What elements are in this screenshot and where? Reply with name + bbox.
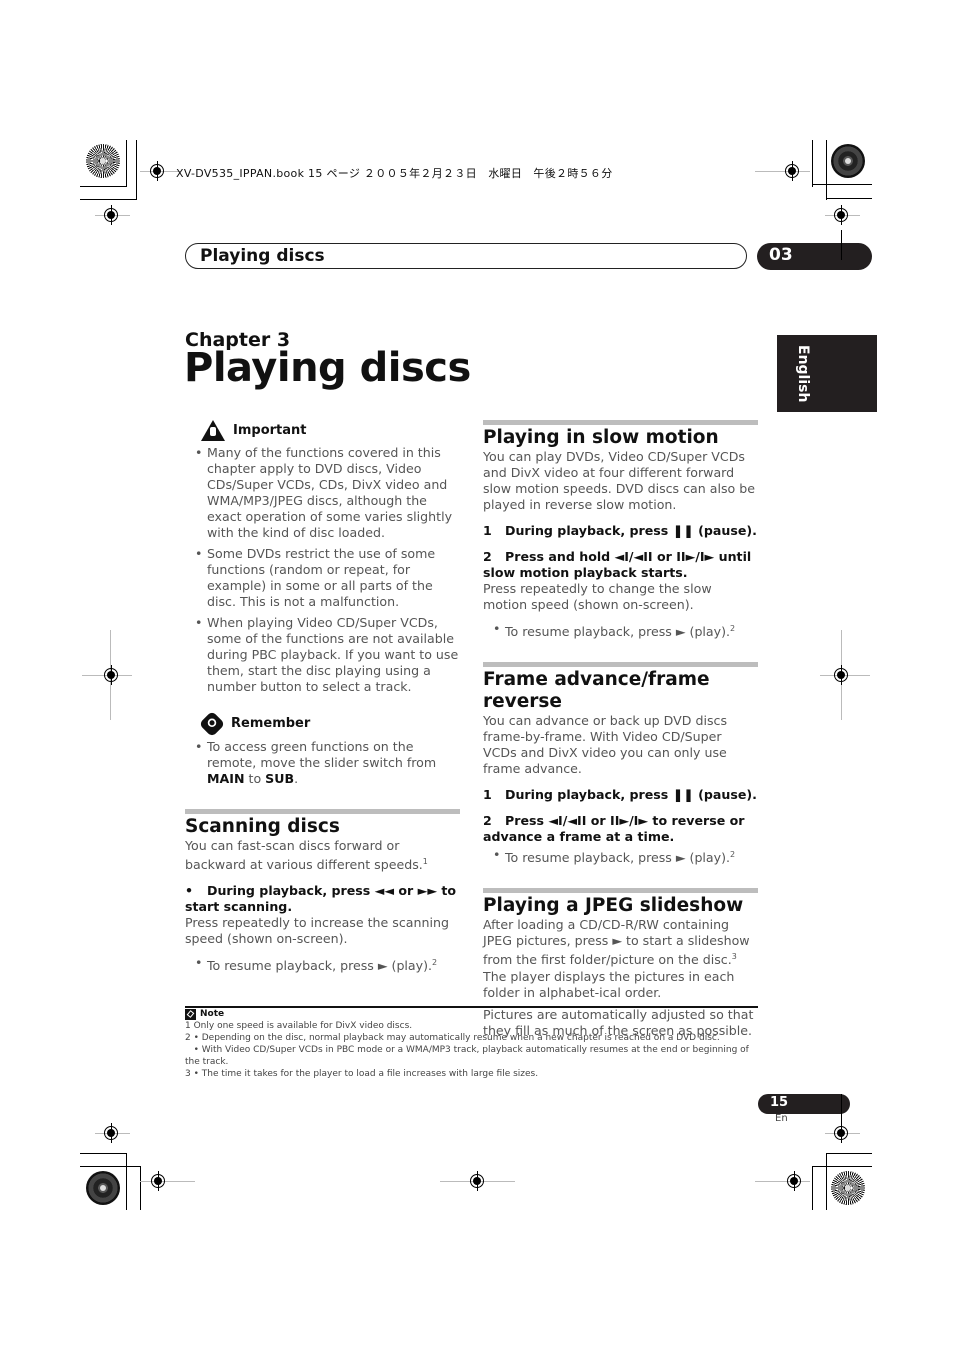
- list-item: Many of the functions covered in this ch…: [195, 445, 460, 541]
- pencil-note-icon: [185, 1008, 196, 1020]
- resume-tip: To resume playback, press ► (play).2: [195, 955, 460, 974]
- page-language: En: [775, 1113, 788, 1124]
- page-number-badge: 15: [758, 1094, 850, 1114]
- crop-mark: [826, 198, 872, 199]
- page-title: Playing discs: [184, 345, 471, 391]
- registration-disc-icon: [831, 144, 865, 178]
- crop-mark: [826, 1153, 872, 1154]
- section-scanning: Scanning discs You can fast-scan discs f…: [185, 809, 460, 974]
- step: 1 During playback, press ❚❚ (pause).: [483, 787, 757, 803]
- resume-tip: To resume playback, press ► (play).2: [493, 621, 758, 640]
- crop-mark: [80, 199, 137, 200]
- crop-mark: [812, 184, 872, 185]
- remember-heading: Remember: [198, 710, 460, 738]
- important-heading: Important: [201, 420, 460, 441]
- step-description: Press repeatedly to change the slow moti…: [483, 581, 712, 612]
- step: • During playback, press ◄◄ or ►► to star…: [185, 883, 457, 915]
- registration-mark-icon: [104, 205, 118, 225]
- step: 2 Press ◄I/◄II or II►/I► to reverse or ad…: [483, 813, 745, 845]
- section-title: Playing in slow motion: [483, 427, 719, 448]
- footnotes: Note 1 Only one speed is available for D…: [185, 1008, 765, 1080]
- left-column: Important Many of the functions covered …: [185, 420, 460, 990]
- chapter-number: 03: [769, 245, 793, 265]
- footnote: • With Video CD/Super VCDs in PBC mode o…: [185, 1045, 752, 1067]
- registration-mark-icon: [787, 1171, 801, 1191]
- section-intro: You can advance or back up DVD discs fra…: [483, 713, 728, 777]
- section-title: Playing a JPEG slideshow: [483, 895, 744, 917]
- important-list: Many of the functions covered in this ch…: [185, 445, 460, 695]
- step: 1 During playback, press ❚❚ (pause).: [483, 523, 757, 538]
- crop-mark: [841, 230, 842, 260]
- registration-mark-icon: [104, 1123, 118, 1143]
- registration-disc-icon: [831, 1171, 865, 1205]
- remember-list: To access green functions on the remote,…: [185, 739, 460, 787]
- running-header: Playing discs: [185, 243, 747, 269]
- crop-mark: [812, 1166, 813, 1210]
- registration-mark-icon: [834, 205, 848, 225]
- crop-mark: [812, 140, 813, 187]
- language-tab-label: English: [795, 345, 811, 403]
- section-intro: You can fast-scan discs forward or backw…: [185, 838, 428, 873]
- section-title: Scanning discs: [185, 816, 340, 837]
- step-description: Press repeatedly to increase the scannin…: [185, 915, 449, 947]
- crop-mark: [826, 1153, 827, 1210]
- crop-mark: [126, 140, 127, 187]
- crop-mark: [812, 1166, 872, 1167]
- section-intro: You can play DVDs, Video CD/Super VCDs a…: [483, 449, 755, 512]
- crop-mark: [80, 186, 127, 187]
- crop-mark: [841, 1094, 842, 1124]
- page-number: 15: [770, 1095, 789, 1110]
- footnote: 2 • Depending on the disc, normal playba…: [185, 1033, 720, 1043]
- note-heading: Note: [185, 1008, 765, 1020]
- registration-mark-icon: [834, 665, 848, 685]
- registration-mark-icon: [470, 1171, 484, 1191]
- crop-mark: [826, 140, 827, 200]
- running-header-title: Playing discs: [200, 246, 325, 266]
- section-slow-motion: Playing in slow motion You can play DVDs…: [483, 420, 758, 640]
- right-column: Playing in slow motion You can play DVDs…: [483, 420, 758, 1055]
- registration-mark-icon: [834, 1123, 848, 1143]
- footnote: 3 • The time it takes for the player to …: [185, 1069, 539, 1079]
- registration-disc-icon: [86, 1171, 120, 1205]
- list-item: When playing Video CD/Super VCDs, some o…: [195, 615, 460, 695]
- crop-mark: [126, 1153, 127, 1210]
- crop-mark: [80, 1166, 141, 1167]
- language-tab: English: [777, 335, 877, 412]
- registration-mark-icon: [104, 665, 118, 685]
- crop-mark: [140, 1166, 141, 1210]
- remember-bubble-icon: [198, 710, 226, 738]
- registration-disc-icon: [86, 144, 120, 178]
- section-title: Frame advance/frame reverse: [483, 669, 710, 713]
- warning-hand-icon: [201, 420, 225, 441]
- section-frame-advance: Frame advance/frame reverse You can adva…: [483, 662, 758, 866]
- chapter-number-badge: 03: [757, 243, 872, 270]
- registration-mark-icon: [151, 1171, 165, 1191]
- section-intro: After loading a CD/CD-R/RW containing JP…: [483, 917, 750, 1000]
- list-item: To access green functions on the remote,…: [195, 739, 460, 787]
- registration-mark-icon: [150, 161, 164, 181]
- footnote: 1 Only one speed is available for DivX v…: [185, 1021, 413, 1031]
- step: 2 Press and hold ◄I/◄II or II►/I► until s…: [483, 549, 752, 580]
- crop-mark: [80, 1153, 127, 1154]
- resume-tip: To resume playback, press ► (play).2: [493, 847, 758, 866]
- crop-mark: [136, 140, 137, 200]
- file-header: XV-DV535_IPPAN.book 15 ページ ２００５年２月２３日 水曜…: [176, 167, 613, 180]
- list-item: Some DVDs restrict the use of some funct…: [195, 546, 460, 610]
- registration-mark-icon: [785, 161, 799, 181]
